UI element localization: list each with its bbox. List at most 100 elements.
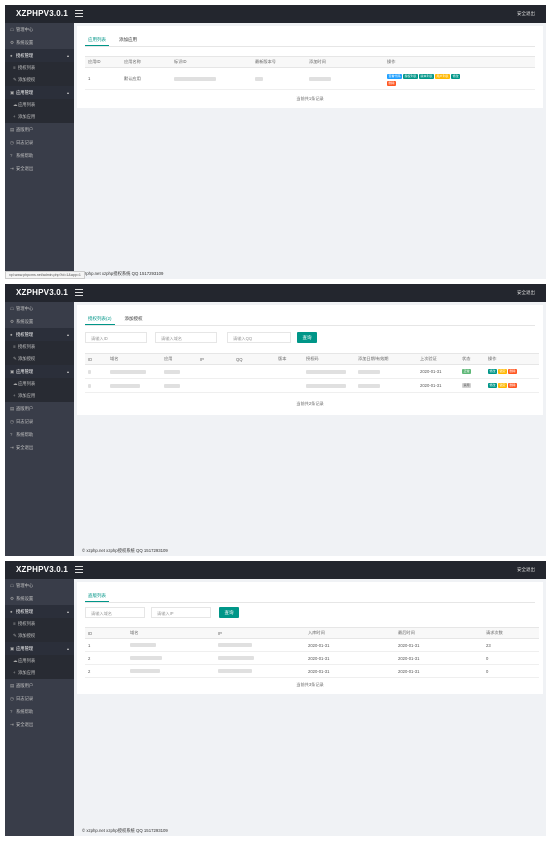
menu-toggle-icon[interactable] xyxy=(75,289,83,297)
nav-app-list[interactable]: ☁应用列表 xyxy=(5,378,74,390)
lock-button[interactable]: 锁定 xyxy=(498,369,508,375)
nav-apps[interactable]: ▣ 应用管理 xyxy=(5,365,74,378)
cell-id: 2 xyxy=(85,651,127,665)
qq-filter-input[interactable]: 请输入QQ xyxy=(227,332,291,343)
domain-filter-input[interactable]: 请输入域名 xyxy=(85,607,145,618)
nav-apps[interactable]: ▣ 应用管理 xyxy=(5,86,74,99)
tab-app-add[interactable]: 添加应用 xyxy=(116,34,140,45)
nav-app-add[interactable]: + 添加应用 xyxy=(5,667,74,679)
tab-license-list[interactable]: 授权列表(2) xyxy=(85,313,115,325)
main-area: 授权列表(2) 添加授权 请输入ID 请输入域名 请输入QQ 查询 ID 域名 应… xyxy=(74,302,546,556)
delete-button[interactable]: 删除 xyxy=(508,383,518,389)
col-last-verify: 上次验证 xyxy=(417,353,459,365)
brand-title: XZPHPV3.0.1 xyxy=(16,288,69,297)
nav-logs[interactable]: ◷ 日志记录 xyxy=(5,136,74,149)
logout-link[interactable]: 安全退出 xyxy=(517,567,535,573)
nav-app-list[interactable]: ☁应用列表 xyxy=(5,655,74,667)
table-row: 1 默认应用 查看代码 授权列表 版本列表 用户列表 修改 删除 xyxy=(85,67,535,90)
blurred-text xyxy=(110,383,140,388)
blurred-text xyxy=(358,369,380,374)
nav-pirates[interactable]: ▤ 盗版用户 xyxy=(5,402,74,415)
query-button[interactable]: 查询 xyxy=(297,332,317,343)
nav-dashboard[interactable]: ☖ 管理中心 xyxy=(5,302,74,315)
brand-title: XZPHPV3.0.1 xyxy=(16,565,69,574)
edit-button[interactable]: 修改 xyxy=(488,369,498,375)
col-last-time: 最后时间 xyxy=(395,627,483,639)
tab-license-add[interactable]: 添加授权 xyxy=(122,313,146,324)
ip-filter-input[interactable]: 请输入IP xyxy=(151,607,211,618)
table-header: ID 域名 IP 入库时间 最后时间 请求次数 xyxy=(85,627,539,639)
nav-app-add[interactable]: + 添加应用 xyxy=(5,111,74,123)
query-button[interactable]: 查询 xyxy=(219,607,239,618)
content-card: 授权列表(2) 添加授权 请输入ID 请输入域名 请输入QQ 查询 ID 域名 应… xyxy=(77,305,543,415)
nav-settings[interactable]: ⚙ 系统设置 xyxy=(5,592,74,605)
col-token-id: 标识ID xyxy=(171,56,252,68)
domain-filter-input[interactable]: 请输入域名 xyxy=(155,332,217,343)
sidebar: ☖管理中心 ⚙系统设置 ●授权管理 ≡授权列表 ✎添加授权 ▣应用管理 ☁应用列… xyxy=(5,302,74,556)
nav-logout[interactable]: ⇥ 安全退出 xyxy=(5,162,74,175)
record-count: 当前共3条记录 xyxy=(296,682,324,687)
cell-requests: 0 xyxy=(483,651,539,665)
tab-pirate-list[interactable]: 盗版列表 xyxy=(85,590,109,602)
table-row: 2 2020-01-31 2020-01-31 0 xyxy=(85,651,539,665)
record-count: 当前共2条记录 xyxy=(296,401,324,406)
footer-credit: xzphp.net xzphp授权系统 QQ 1517293109 xyxy=(74,268,546,279)
tab-app-list[interactable]: 应用列表 xyxy=(85,34,109,46)
user-list-button[interactable]: 用户列表 xyxy=(435,73,451,79)
id-filter-input[interactable]: 请输入ID xyxy=(85,332,147,343)
nav-apps[interactable]: ▣ 应用管理 xyxy=(5,642,74,655)
lock-button[interactable]: 锁定 xyxy=(498,383,508,389)
nav-logs[interactable]: ◷ 日志记录 xyxy=(5,415,74,428)
col-ip: IP xyxy=(215,627,305,639)
edit-button[interactable]: 修改 xyxy=(451,73,461,79)
nav-license-list[interactable]: ≡ 授权列表 xyxy=(5,341,74,353)
license-list-button[interactable]: 授权列表 xyxy=(403,73,419,79)
nav-app-add[interactable]: + 添加应用 xyxy=(5,390,74,402)
nav-help[interactable]: ? 系统帮助 xyxy=(5,428,74,441)
nav-license-list[interactable]: ≡ 授权列表 xyxy=(5,62,74,74)
logout-link[interactable]: 安全退出 xyxy=(517,11,535,17)
panel-app-list: XZPHPV3.0.1 安全退出 ☖管理中心 ⚙系统设置 ●授权管理 ≡授权列表… xyxy=(5,5,546,279)
nav-help[interactable]: ? 系统帮助 xyxy=(5,149,74,162)
nav-license[interactable]: ● 授权管理 xyxy=(5,328,74,341)
nav-logout[interactable]: ⇥ 安全退出 xyxy=(5,441,74,454)
blurred-text xyxy=(130,643,156,648)
pirate-table: ID 域名 IP 入库时间 最后时间 请求次数 1 2020-01-31 202… xyxy=(85,627,539,678)
logout-link[interactable]: 安全退出 xyxy=(517,290,535,296)
nav-settings[interactable]: ⚙ 系统设置 xyxy=(5,36,74,49)
delete-button[interactable]: 删除 xyxy=(508,369,518,375)
nav-help[interactable]: ? 系统帮助 xyxy=(5,705,74,718)
tab-divider xyxy=(85,602,535,603)
cell-requests: 0 xyxy=(483,664,539,678)
nav-license-add[interactable]: ✎添加授权 xyxy=(5,630,74,642)
nav-app-list[interactable]: ☁应用列表 xyxy=(5,99,74,111)
cell-last-time: 2020-01-31 xyxy=(395,664,483,678)
menu-toggle-icon[interactable] xyxy=(75,566,83,574)
col-auth-code: 授权码 xyxy=(303,353,355,365)
version-list-button[interactable]: 版本列表 xyxy=(419,73,435,79)
nav-license-add[interactable]: ✎添加授权 xyxy=(5,353,74,365)
nav-settings[interactable]: ⚙ 系统设置 xyxy=(5,315,74,328)
nav-license-add[interactable]: ✎添加授权 xyxy=(5,74,74,86)
panel-license-list: XZPHPV3.0.1 安全退出 ☖管理中心 ⚙系统设置 ●授权管理 ≡授权列表… xyxy=(5,284,546,556)
nav-license[interactable]: ● 授权管理 xyxy=(5,49,74,62)
nav-license[interactable]: ● 授权管理 xyxy=(5,605,74,618)
blurred-text xyxy=(218,643,252,648)
nav-pirates[interactable]: ▤ 盗版用户 xyxy=(5,679,74,692)
table-row: 2 2020-01-31 2020-01-31 0 xyxy=(85,664,539,678)
nav-dashboard[interactable]: ☖ 管理中心 xyxy=(5,23,74,36)
menu-toggle-icon[interactable] xyxy=(75,10,83,18)
col-app-name: 应用名称 xyxy=(121,56,171,68)
delete-button[interactable]: 删除 xyxy=(387,80,397,86)
cell-last-time: 2020-01-31 xyxy=(395,651,483,665)
col-domain: 域名 xyxy=(107,353,161,365)
view-code-button[interactable]: 查看代码 xyxy=(387,73,403,79)
nav-pirates[interactable]: ▤ 盗版用户 xyxy=(5,123,74,136)
edit-button[interactable]: 修改 xyxy=(488,383,498,389)
cell-last-verify: 2020-01-31 xyxy=(417,378,459,393)
nav-dashboard[interactable]: ☖ 管理中心 xyxy=(5,579,74,592)
nav-license-list[interactable]: ≡ 授权列表 xyxy=(5,618,74,630)
nav-logout[interactable]: ⇥ 安全退出 xyxy=(5,718,74,731)
nav-logs[interactable]: ◷ 日志记录 xyxy=(5,692,74,705)
status-badge: 禁用 xyxy=(462,383,472,389)
